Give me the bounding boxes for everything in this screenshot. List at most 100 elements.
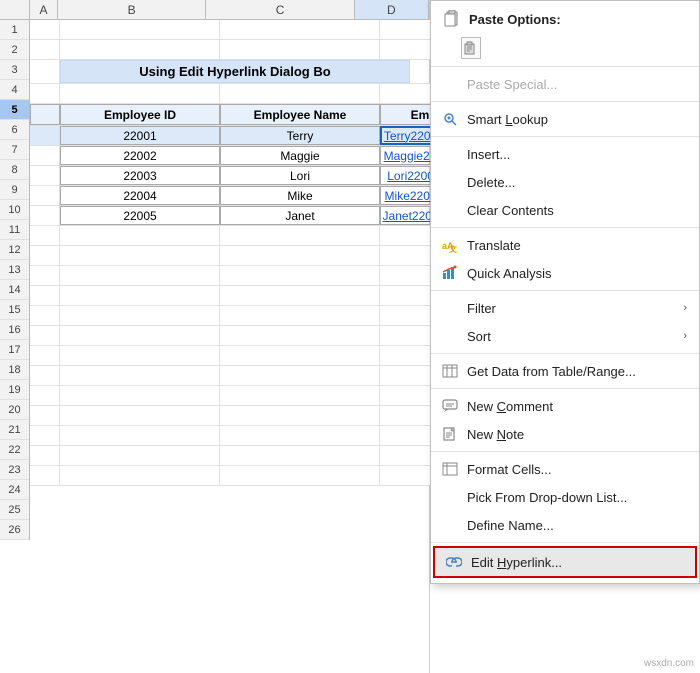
row-19	[30, 406, 460, 426]
edit-hyperlink-icon	[445, 553, 463, 571]
row-num-15: 15	[0, 300, 29, 320]
row-num-7: 7	[0, 140, 29, 160]
row-num-5[interactable]: 5	[0, 100, 29, 120]
cell-b1[interactable]	[60, 20, 220, 39]
cell-c2[interactable]	[220, 40, 380, 59]
divider-3	[431, 136, 699, 137]
pick-dropdown-item[interactable]: Pick From Drop-down List...	[431, 483, 699, 511]
divider-9	[431, 542, 699, 543]
filter-item[interactable]: Filter ›	[431, 294, 699, 322]
cell-b-r1[interactable]: 22001	[60, 126, 220, 145]
edit-hyperlink-item[interactable]: Edit Hyperlink...	[433, 546, 697, 578]
cell-c-r4[interactable]: Mike	[220, 186, 380, 205]
new-comment-icon	[441, 397, 459, 415]
row-4	[30, 84, 460, 104]
row-num-6: 6	[0, 120, 29, 140]
row-num-26: 26	[0, 520, 29, 540]
define-name-icon	[441, 516, 459, 534]
cell-b2[interactable]	[60, 40, 220, 59]
get-data-item[interactable]: Get Data from Table/Range...	[431, 357, 699, 385]
row-num-16: 16	[0, 320, 29, 340]
row-num-20: 20	[0, 400, 29, 420]
delete-item[interactable]: Delete...	[431, 168, 699, 196]
row-data-5: 22005 Janet Janet22005@	[30, 206, 460, 226]
sort-item[interactable]: Sort ›	[431, 322, 699, 350]
translate-item[interactable]: aA 文 Translate	[431, 231, 699, 259]
paste-icon	[443, 10, 461, 28]
row-17	[30, 366, 460, 386]
cell-a4[interactable]	[30, 84, 60, 103]
divider-4	[431, 227, 699, 228]
col-header-c: C	[206, 0, 354, 19]
row-num-2: 2	[0, 40, 29, 60]
cell-a-header[interactable]	[30, 104, 60, 125]
row-num-24: 24	[0, 480, 29, 500]
delete-icon	[441, 173, 459, 191]
paste-icon-row	[431, 33, 699, 63]
define-name-item[interactable]: Define Name...	[431, 511, 699, 539]
corner-cell	[0, 0, 30, 19]
new-comment-item[interactable]: New Comment	[431, 392, 699, 420]
cell-c1[interactable]	[220, 20, 380, 39]
pick-dropdown-icon	[441, 488, 459, 506]
cell-a-r3[interactable]	[30, 166, 60, 185]
smart-lookup-item[interactable]: Smart Lookup	[431, 105, 699, 133]
cell-b-r5[interactable]: 22005	[60, 206, 220, 225]
svg-text:文: 文	[449, 244, 458, 253]
paste-options-header: Paste Options:	[431, 5, 699, 33]
cell-a-r1[interactable]	[30, 126, 60, 145]
row-13	[30, 286, 460, 306]
paste-special-item[interactable]: Paste Special...	[431, 70, 699, 98]
divider-5	[431, 290, 699, 291]
cell-a1[interactable]	[30, 20, 60, 39]
cell-c-r3[interactable]: Lori	[220, 166, 380, 185]
translate-icon: aA 文	[441, 236, 459, 254]
filter-arrow: ›	[683, 302, 687, 314]
cell-a-r5[interactable]	[30, 206, 60, 225]
row-num-21: 21	[0, 420, 29, 440]
new-note-item[interactable]: New Note	[431, 420, 699, 448]
row-num-12: 12	[0, 240, 29, 260]
cell-a2[interactable]	[30, 40, 60, 59]
cell-a-r2[interactable]	[30, 146, 60, 165]
paste-button-1[interactable]	[461, 37, 481, 59]
insert-item[interactable]: Insert...	[431, 140, 699, 168]
row-12	[30, 266, 460, 286]
format-cells-item[interactable]: Format Cells...	[431, 455, 699, 483]
row-numbers: 1 2 3 4 5 6 7 8 9 10 11 12 13 14 15 16 1…	[0, 20, 30, 540]
paste-special-icon	[441, 75, 459, 93]
cell-c-r1[interactable]: Terry	[220, 126, 380, 145]
sort-icon	[441, 327, 459, 345]
cell-b-header[interactable]: Employee ID	[60, 104, 220, 125]
row-21	[30, 446, 460, 466]
cell-a3[interactable]	[30, 60, 60, 83]
row-data-2: 22002 Maggie Maggie22002	[30, 146, 460, 166]
grid-area: Using Edit Hyperlink Dialog Bo Employee …	[30, 20, 460, 540]
cell-b-r3[interactable]: 22003	[60, 166, 220, 185]
row-num-9: 9	[0, 180, 29, 200]
cell-b-r4[interactable]: 22004	[60, 186, 220, 205]
row-3: Using Edit Hyperlink Dialog Bo	[30, 60, 460, 84]
row-16	[30, 346, 460, 366]
cell-c-r2[interactable]: Maggie	[220, 146, 380, 165]
divider-6	[431, 353, 699, 354]
row-20	[30, 426, 460, 446]
row-num-23: 23	[0, 460, 29, 480]
row-num-8: 8	[0, 160, 29, 180]
clear-contents-item[interactable]: Clear Contents	[431, 196, 699, 224]
cell-c4[interactable]	[220, 84, 380, 103]
cell-b4[interactable]	[60, 84, 220, 103]
row-11	[30, 246, 460, 266]
smart-lookup-icon	[441, 110, 459, 128]
cell-a-r4[interactable]	[30, 186, 60, 205]
cell-b-r2[interactable]: 22002	[60, 146, 220, 165]
row-num-3: 3	[0, 60, 29, 80]
quick-analysis-item[interactable]: Quick Analysis	[431, 259, 699, 287]
spreadsheet-body: 1 2 3 4 5 6 7 8 9 10 11 12 13 14 15 16 1…	[0, 20, 429, 540]
cell-b3-title[interactable]: Using Edit Hyperlink Dialog Bo	[60, 60, 410, 83]
watermark: wsxdn.com	[644, 658, 694, 669]
divider-1	[431, 66, 699, 67]
cell-c-header[interactable]: Employee Name	[220, 104, 380, 125]
row-num-14: 14	[0, 280, 29, 300]
cell-c-r5[interactable]: Janet	[220, 206, 380, 225]
